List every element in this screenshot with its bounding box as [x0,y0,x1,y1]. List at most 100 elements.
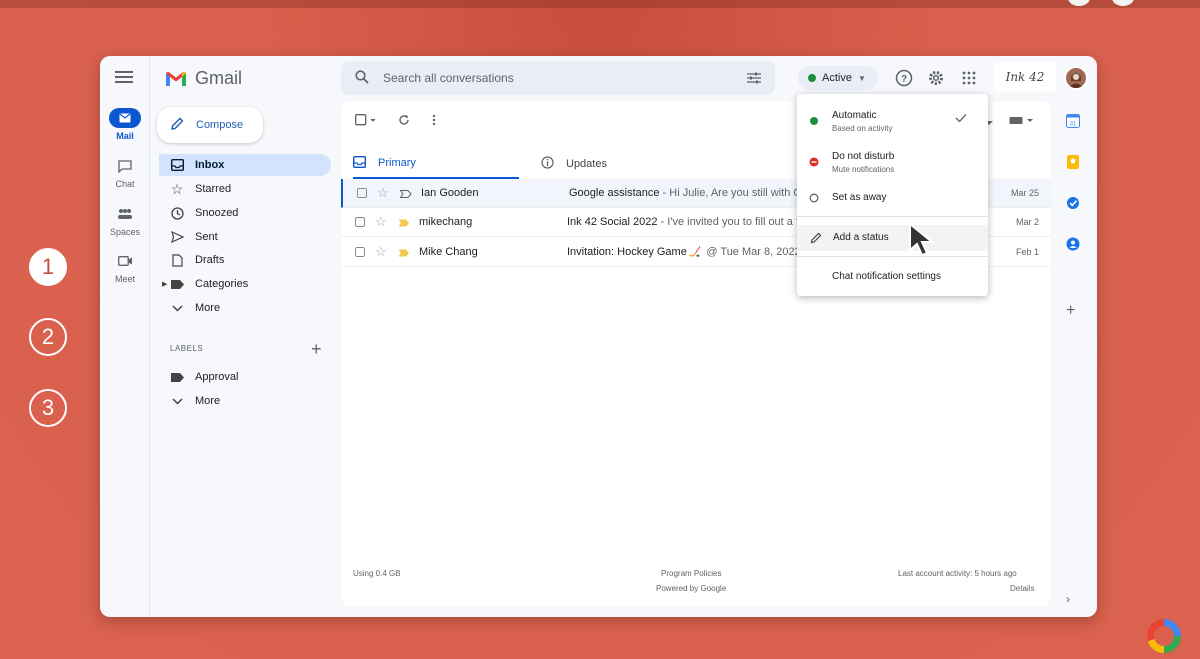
nav-item-drafts[interactable]: Drafts [159,249,331,271]
organization-logo[interactable]: Ink 42 [994,62,1056,92]
keep-icon[interactable] [1066,155,1080,169]
calendar-icon[interactable]: 31 [1066,114,1080,128]
email-date: Feb 1 [1015,247,1039,257]
clock-icon [159,206,195,220]
importance-marker-icon[interactable] [398,248,410,257]
pencil-icon [810,232,822,247]
email-subject: Invitation: Hockey Game [567,246,687,258]
select-all-checkbox[interactable] [355,113,377,131]
gmail-m-icon [166,71,186,86]
search-bar[interactable]: Search all conversations [341,61,775,95]
status-label: Active [822,72,852,84]
program-policies-link[interactable]: Program Policies [661,569,721,578]
away-status-icon [809,193,819,206]
status-option-automatic[interactable]: Automatic Based on activity [797,110,988,133]
last-account-activity: Last account activity: 5 hours ago [898,569,1017,578]
spaces-icon [109,204,141,224]
status-dot [808,74,816,82]
status-option-do-not-disturb[interactable]: Do not disturb Mute notifications [797,151,988,174]
email-date: Mar 2 [1015,217,1039,227]
email-subject-line: Google assistance - Hi Julie, Are you st… [569,187,808,199]
email-subject-line: Invitation: Hockey Game 🏒 @ Tue Mar 8, 20… [567,246,801,258]
status-chip[interactable]: Active ▼ [798,66,878,90]
powered-by-google: Powered by Google [656,584,727,593]
menu-divider [797,256,988,257]
nav-item-snoozed[interactable]: Snoozed [159,202,331,224]
inbox-tab-icon [352,155,367,171]
option-label: Set as away [832,192,887,203]
nav-item-label: More [195,302,221,314]
status-option-away[interactable]: Set as away [797,192,988,203]
nav-item-starred[interactable]: ☆ Starred [159,178,331,200]
label-item-approval[interactable]: Approval [159,366,331,388]
email-subject: Ink 42 Social 2022 [567,216,658,228]
add-label-icon[interactable]: + [311,339,322,360]
tasks-icon[interactable] [1066,196,1080,210]
video-top-strip [0,0,1200,8]
search-input[interactable]: Search all conversations [383,71,514,85]
add-addon-icon[interactable]: + [1066,303,1080,319]
star-icon[interactable]: ☆ [375,244,387,260]
more-vert-icon[interactable] [432,113,436,131]
rail-item-chat[interactable]: Chat [100,156,150,189]
tab-updates[interactable]: Updates [541,149,607,179]
rail-item-spaces[interactable]: Spaces [100,204,150,237]
compose-button[interactable]: Compose [157,107,263,143]
gmail-logo[interactable]: Gmail [165,68,242,89]
option-label: Chat notification settings [832,271,941,282]
search-icon[interactable] [355,70,369,89]
send-icon [159,231,195,243]
label-item-more[interactable]: More [159,390,331,412]
rail-item-label: Mail [116,131,134,141]
compose-label: Compose [196,119,244,131]
option-description: Mute notifications [832,165,895,174]
rail-item-label: Chat [115,179,135,189]
keyboard-icon[interactable] [1009,113,1035,131]
star-icon[interactable]: ☆ [375,214,387,230]
draft-icon [159,253,195,267]
mouse-cursor-icon [908,221,938,263]
help-icon[interactable]: ? [894,68,914,88]
settings-gear-icon[interactable] [926,68,946,88]
chevron-right-icon[interactable]: › [1066,592,1080,606]
expand-arrow-icon[interactable]: ▶ [162,280,167,288]
video-camera-icon [109,251,141,271]
importance-marker-icon[interactable] [399,189,412,198]
tab-primary[interactable]: Primary [352,149,519,179]
star-icon[interactable]: ☆ [377,185,389,201]
email-snippet: @ Tue Mar 8, 2022 [703,246,801,258]
status-menu: Automatic Based on activity Do not distu… [797,94,988,296]
apps-grid-icon[interactable] [959,68,979,88]
mail-icon [109,108,141,128]
nav-item-inbox[interactable]: Inbox [159,154,331,176]
importance-marker-icon[interactable] [398,218,410,227]
chevron-down-icon [159,304,195,312]
row-checkbox[interactable] [355,217,365,227]
menu-divider [797,216,988,217]
nav-item-label: Starred [195,183,232,195]
checkmark-icon [955,113,967,126]
row-checkbox[interactable] [357,188,367,198]
row-checkbox[interactable] [355,247,365,257]
app-rail: Mail Chat Spaces Meet [100,56,150,617]
email-sender: mikechang [419,216,473,228]
rail-item-mail[interactable]: Mail [100,108,150,141]
main-menu-icon[interactable] [115,68,133,86]
nav-item-sent[interactable]: Sent [159,226,331,248]
details-link[interactable]: Details [1010,584,1034,593]
search-options-icon[interactable] [747,71,761,89]
rail-item-meet[interactable]: Meet [100,251,150,284]
nav-item-more[interactable]: More [159,297,331,319]
add-status-option[interactable]: Add a status [797,225,988,251]
tab-label: Primary [378,157,416,169]
nav-item-label: Approval [195,371,239,383]
rail-item-label: Meet [114,274,135,284]
nav-item-categories[interactable]: ▶ Categories [159,273,331,295]
refresh-icon[interactable] [398,113,410,131]
email-subject: Google assistance [569,187,660,199]
chat-notification-settings-option[interactable]: Chat notification settings [797,271,988,282]
google-logo [1147,619,1181,653]
avatar[interactable] [1064,66,1088,90]
email-date: Mar 25 [1010,188,1039,198]
contacts-icon[interactable] [1066,237,1080,251]
